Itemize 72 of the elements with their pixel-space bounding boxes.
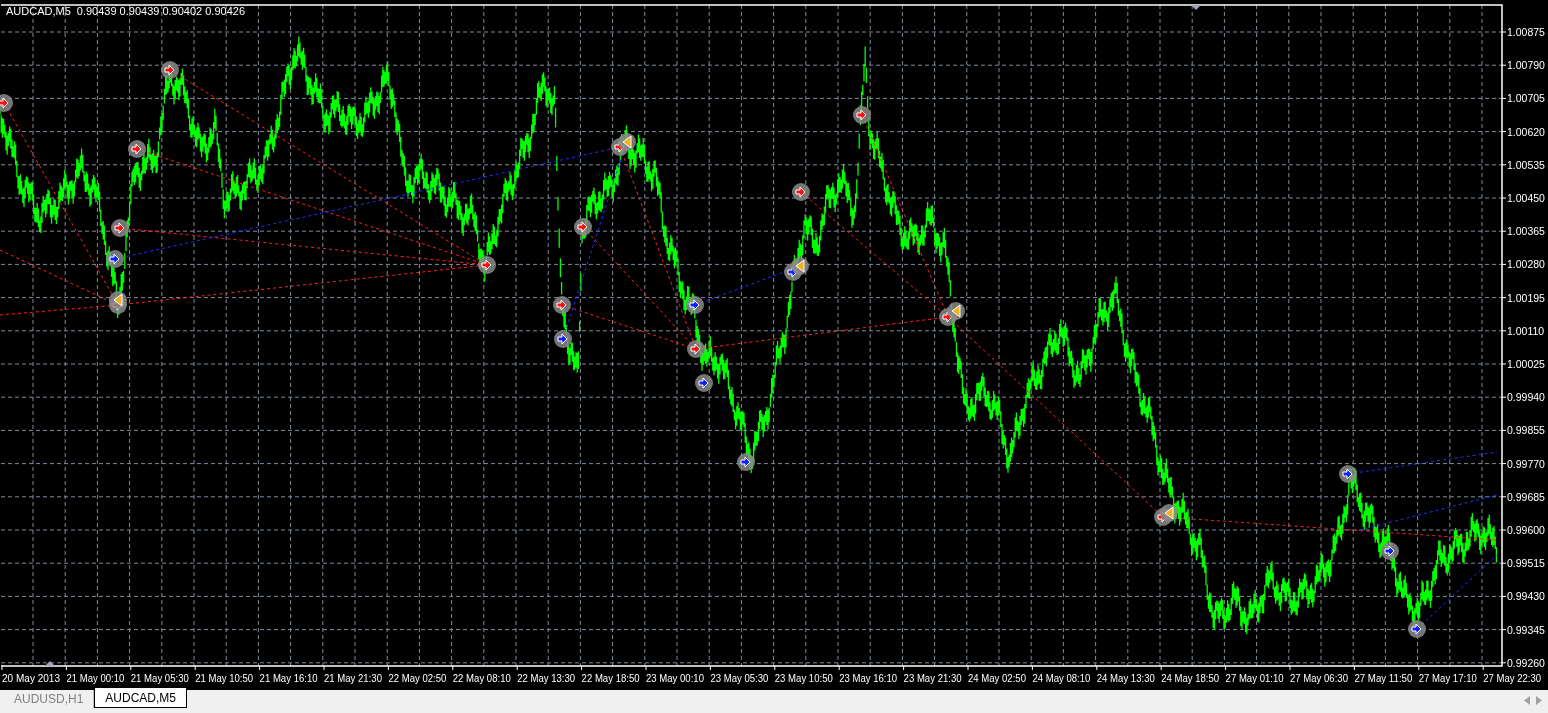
price-label: 1.00280: [1507, 258, 1545, 271]
time-label: 23 May 10:50: [774, 672, 839, 684]
trade-marker-icon: [161, 61, 179, 79]
price-label: 1.00535: [1507, 158, 1545, 171]
trade-marker-icon: [792, 183, 810, 201]
chart-tab[interactable]: AUDCAD,M5: [94, 688, 188, 708]
price-label: 1.00025: [1507, 358, 1545, 370]
trade-marker-icon: [478, 256, 496, 274]
time-label: 21 May 21:30: [324, 672, 388, 684]
price-label: 0.99685: [1507, 490, 1545, 503]
price-label: 0.99600: [1507, 524, 1545, 536]
time-label: 24 May 02:50: [968, 672, 1032, 684]
price-quotes: 0.90439 0.90439 0.90402 0.90426: [76, 6, 245, 17]
trade-marker-icon: [853, 106, 871, 124]
time-label: 21 May 00:10: [66, 672, 131, 684]
time-label: 23 May 21:30: [903, 672, 968, 684]
time-label: 20 May 2013: [2, 672, 63, 684]
trade-marker-icon: [111, 219, 129, 237]
trade-marker-icon: [1160, 504, 1178, 522]
time-label: 22 May 13:30: [517, 672, 581, 684]
price-label: 1.00875: [1507, 26, 1545, 38]
trade-marker-icon: [574, 218, 592, 236]
trade-marker-icon: [1381, 542, 1399, 560]
price-label: 1.00705: [1507, 92, 1545, 105]
chart-symbol: AUDCAD,M5: [6, 6, 71, 17]
trade-marker-icon: [0, 94, 13, 112]
time-label: 27 May 01:10: [1225, 672, 1290, 684]
trade-marker-icon: [128, 140, 146, 158]
price-label: 0.99345: [1507, 623, 1545, 636]
chart-shift-icon[interactable]: [1191, 5, 1201, 10]
time-label: 24 May 08:10: [1032, 672, 1097, 684]
price-label: 0.99515: [1507, 557, 1545, 570]
time-label: 21 May 16:10: [259, 672, 324, 684]
price-label: 0.99770: [1507, 457, 1545, 470]
time-label: 24 May 13:30: [1096, 672, 1161, 684]
trade-marker-icon: [109, 291, 127, 309]
time-label: 27 May 06:30: [1290, 672, 1354, 684]
price-label: 0.99260: [1507, 656, 1545, 669]
price-label: 1.00110: [1507, 324, 1545, 337]
price-label: 0.99940: [1507, 391, 1545, 404]
trade-marker-icon: [947, 302, 965, 320]
time-label: 27 May 17:10: [1418, 672, 1483, 684]
price-label: 1.00450: [1507, 192, 1545, 204]
price-label: 1.00790: [1507, 59, 1545, 72]
trade-marker-icon: [737, 453, 755, 471]
time-label: 27 May 22:30: [1483, 672, 1547, 684]
trade-marker-icon: [687, 340, 705, 358]
price-label: 1.00365: [1507, 225, 1545, 238]
time-label: 27 May 11:50: [1354, 672, 1418, 684]
trade-marker-icon: [618, 133, 636, 151]
time-label: 24 May 18:50: [1161, 672, 1225, 684]
time-label: 21 May 05:30: [130, 672, 195, 684]
trade-marker-icon: [554, 330, 572, 348]
trade-marker-icon: [686, 296, 704, 314]
price-label: 1.00620: [1507, 125, 1545, 138]
price-label: 1.00195: [1507, 291, 1545, 304]
time-label: 23 May 16:10: [839, 672, 903, 684]
trade-marker-icon: [553, 296, 571, 314]
time-label: 23 May 05:30: [710, 672, 775, 684]
trade-marker-icon: [695, 374, 713, 392]
time-label: 22 May 18:50: [581, 672, 646, 684]
trade-marker-icon: [106, 250, 124, 268]
time-label: 22 May 08:10: [452, 672, 517, 684]
trade-marker-icon: [1408, 620, 1426, 638]
scroll-marker-icon[interactable]: [45, 661, 55, 666]
price-label: 0.99855: [1507, 424, 1545, 437]
time-label: 23 May 00:10: [646, 672, 710, 684]
price-label: 0.99430: [1507, 590, 1545, 603]
trade-marker-icon: [791, 257, 809, 275]
time-label: 22 May 02:50: [388, 672, 453, 684]
trade-marker-icon: [1339, 465, 1357, 483]
time-label: 21 May 10:50: [195, 672, 259, 684]
